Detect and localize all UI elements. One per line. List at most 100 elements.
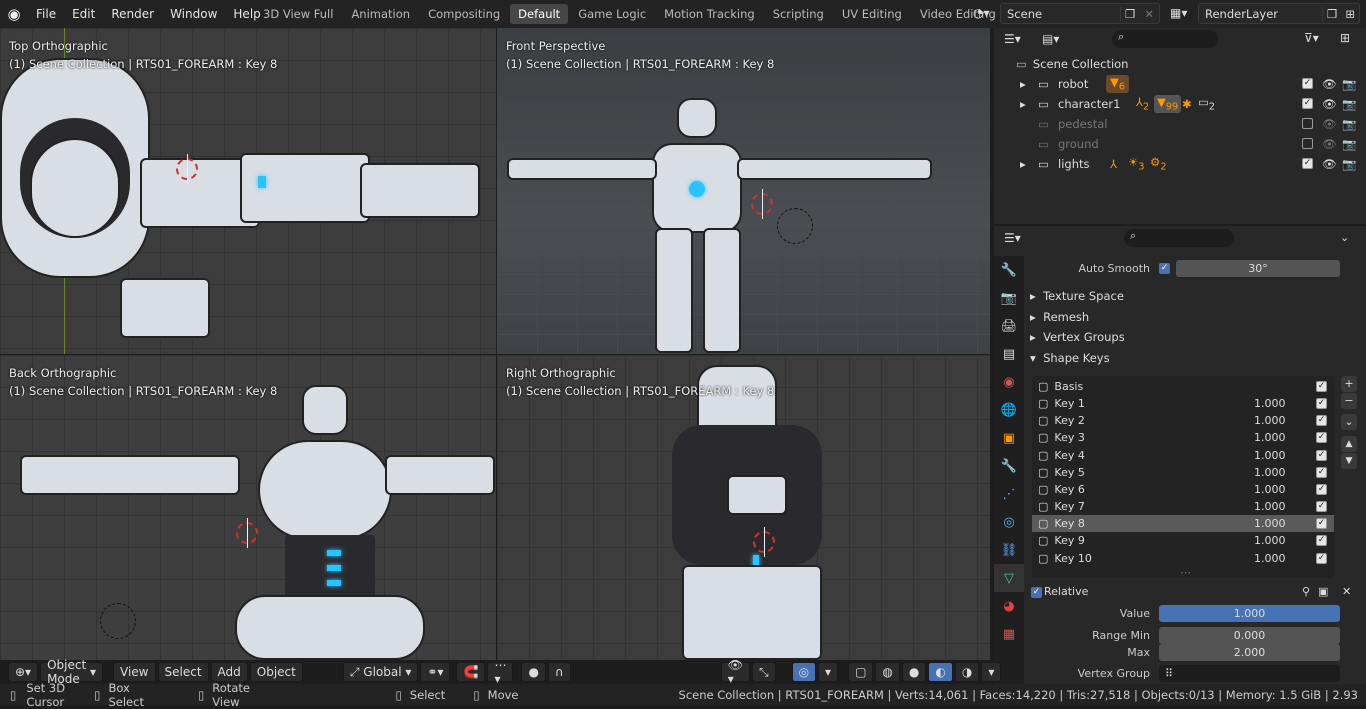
data-tab-icon[interactable]: ▽ — [994, 564, 1024, 592]
shading-material-button[interactable]: ◐ — [928, 662, 953, 682]
expand-icon[interactable]: ▸ — [1020, 97, 1026, 111]
proportional-edit-toggle[interactable]: ● — [521, 662, 546, 682]
texture-space-panel[interactable]: ▸ Texture Space — [1030, 286, 1362, 306]
outliner-display-mode[interactable]: ▤▾ — [1042, 32, 1059, 46]
shape-keys-panel[interactable]: ▾ Shape Keys — [1030, 348, 1362, 368]
constraints-tab-icon[interactable]: ⛓ — [994, 536, 1024, 564]
snap-type-dropdown[interactable]: ⋯▾ — [487, 658, 514, 686]
shading-solid-button[interactable]: ● — [901, 662, 927, 682]
camera-icon[interactable]: 📷 — [1342, 117, 1356, 131]
list-item[interactable]: ▢ Key 2 1.000 ✓ — [1032, 412, 1334, 429]
menu-window[interactable]: Window — [162, 7, 225, 21]
tab-video-editing[interactable]: Video Editing — [912, 4, 1004, 24]
outliner-scene-collection[interactable]: ▭ Scene Collection — [994, 54, 1366, 74]
camera-icon[interactable]: 📷 — [1342, 137, 1356, 151]
view-menu[interactable]: View — [113, 662, 156, 682]
shading-rendered-button[interactable]: ◑ — [954, 662, 980, 682]
material-tab-icon[interactable]: ◕ — [994, 592, 1024, 620]
scene-tab-icon[interactable]: ◉ — [994, 368, 1024, 396]
tab-game-logic[interactable]: Game Logic — [570, 4, 654, 24]
eye-icon[interactable]: 👁 — [1322, 117, 1337, 131]
eye-icon[interactable]: 👁 — [1322, 137, 1337, 151]
auto-smooth-checkbox[interactable]: ✓ — [1159, 263, 1170, 274]
auto-smooth-angle-field[interactable]: 30° — [1176, 260, 1340, 277]
mute-checkbox[interactable]: ✓ — [1316, 501, 1327, 512]
list-resize-handle[interactable]: ⋯ — [1180, 566, 1191, 579]
remesh-panel[interactable]: ▸ Remesh — [1030, 307, 1362, 327]
list-item[interactable]: ▢ Key 7 1.000 ✓ — [1032, 498, 1334, 515]
properties-options-icon[interactable]: ⌄ — [1340, 231, 1349, 244]
tab-uv-editing[interactable]: UV Editing — [834, 4, 910, 24]
exclude-checkbox[interactable] — [1302, 118, 1313, 129]
list-item[interactable]: ▢ Key 4 1.000 ✓ — [1032, 447, 1334, 464]
list-item[interactable]: ▢ Key 6 1.000 ✓ — [1032, 481, 1334, 498]
outliner-editor-type[interactable]: ☰▾ — [1004, 32, 1021, 46]
clear-weights-button[interactable]: ✕ — [1342, 585, 1351, 598]
mute-checkbox[interactable]: ✓ — [1316, 535, 1327, 546]
viewport-right-ortho[interactable]: Right Orthographic (1) Scene Collection |… — [497, 355, 990, 660]
copy-layer-icon[interactable]: ❐ — [1322, 6, 1341, 21]
mute-checkbox[interactable]: ✓ — [1316, 398, 1327, 409]
shape-key-edit-icon[interactable]: ▣ — [1318, 585, 1328, 598]
overlay-dropdown[interactable]: ▾ — [818, 662, 839, 682]
pin-icon[interactable]: ⚲ — [1302, 585, 1310, 598]
mute-checkbox[interactable]: ✓ — [1316, 450, 1327, 461]
camera-icon[interactable]: 📷 — [1342, 77, 1356, 91]
viewport-front-persp[interactable]: Front Perspective (1) Scene Collection | … — [497, 28, 990, 354]
list-item[interactable]: ▢ Key 9 1.000 ✓ — [1032, 532, 1334, 549]
eye-icon[interactable]: 👁 — [1322, 77, 1337, 91]
move-down-button[interactable]: ▼ — [1341, 453, 1357, 469]
falloff-dropdown[interactable]: ∩ — [547, 662, 571, 682]
exclude-checkbox[interactable]: ✓ — [1302, 78, 1313, 89]
add-menu[interactable]: Add — [210, 662, 248, 682]
list-item[interactable]: ▢ Key 10 1.000 ✓ — [1032, 550, 1334, 567]
snap-toggle[interactable]: 🧲 — [456, 662, 486, 682]
list-item[interactable]: ▢ Key 5 1.000 ✓ — [1032, 464, 1334, 481]
xray-toggle[interactable]: ▢ — [848, 662, 874, 682]
world-tab-icon[interactable]: 🌐 — [994, 396, 1024, 424]
mute-checkbox[interactable]: ✓ — [1316, 484, 1327, 495]
range-min-field[interactable]: 0.000 — [1159, 627, 1340, 644]
select-menu[interactable]: Select — [157, 662, 209, 682]
outliner-item-ground[interactable]: ▭ ground 👁 📷 — [994, 134, 1366, 154]
camera-icon[interactable]: 📷 — [1342, 157, 1356, 171]
max-field[interactable]: 2.000 — [1159, 644, 1340, 661]
object-mode-dropdown[interactable]: Object Mode ▾ — [40, 658, 104, 686]
properties-editor-type[interactable]: ☰▾ — [1004, 231, 1021, 245]
outliner-item-character1[interactable]: ▸ ▭ character1 ⅄2 ▼99 ✱ ▭2 ✓ 👁 📷 — [994, 94, 1366, 114]
vertex-groups-panel[interactable]: ▸ Vertex Groups — [1030, 327, 1362, 347]
menu-edit[interactable]: Edit — [64, 7, 103, 21]
relative-checkbox[interactable]: ✓ — [1031, 587, 1042, 598]
filter-icon[interactable]: ⊽▾ — [1304, 31, 1319, 45]
mute-checkbox[interactable]: ✓ — [1316, 381, 1327, 392]
texture-tab-icon[interactable]: ▦ — [994, 620, 1024, 648]
mute-checkbox[interactable]: ✓ — [1316, 432, 1327, 443]
eye-icon[interactable]: 👁 — [1322, 157, 1337, 171]
physics-tab-icon[interactable]: ◎ — [994, 508, 1024, 536]
tab-default[interactable]: Default — [510, 4, 569, 24]
mute-checkbox[interactable]: ✓ — [1316, 415, 1327, 426]
expand-icon[interactable]: ▸ — [1020, 157, 1026, 171]
visibility-dropdown[interactable]: 👁▾ — [720, 658, 750, 686]
menu-render[interactable]: Render — [103, 7, 162, 21]
outliner-item-lights[interactable]: ▸ ▭ lights ⅄ ☀3 ⚙2 ✓ 👁 📷 — [994, 154, 1366, 174]
pivot-dropdown[interactable]: ⚭▾ — [420, 662, 451, 682]
remove-shape-key-button[interactable]: − — [1341, 393, 1357, 409]
render-layer-icon[interactable]: ▦▾ — [1170, 6, 1187, 20]
outliner-item-robot[interactable]: ▸ ▭ robot ▼6 ✓ 👁 📷 — [994, 74, 1366, 94]
tool-tab-icon[interactable]: 🔧 — [994, 256, 1024, 284]
tab-3d-view-full[interactable]: 3D View Full — [255, 4, 341, 24]
tab-compositing[interactable]: Compositing — [420, 4, 508, 24]
scene-selector[interactable]: Scene ❐ ✕ — [1000, 3, 1160, 24]
viewport-top-ortho[interactable]: Top Orthographic (1) Scene Collection | R… — [0, 28, 496, 354]
object-menu[interactable]: Object — [249, 662, 303, 682]
move-up-button[interactable]: ▲ — [1341, 436, 1357, 452]
list-item-active[interactable]: ▢ Key 8 1.000 ✓ — [1032, 515, 1334, 532]
exclude-checkbox[interactable]: ✓ — [1302, 158, 1313, 169]
expand-icon[interactable]: ▸ — [1020, 77, 1026, 91]
add-shape-key-button[interactable]: + — [1341, 376, 1357, 392]
mute-checkbox[interactable]: ✓ — [1316, 467, 1327, 478]
list-item[interactable]: ▢ Basis ✓ — [1032, 378, 1334, 395]
exclude-checkbox[interactable] — [1302, 138, 1313, 149]
copy-scene-icon[interactable]: ❐ — [1120, 6, 1139, 21]
